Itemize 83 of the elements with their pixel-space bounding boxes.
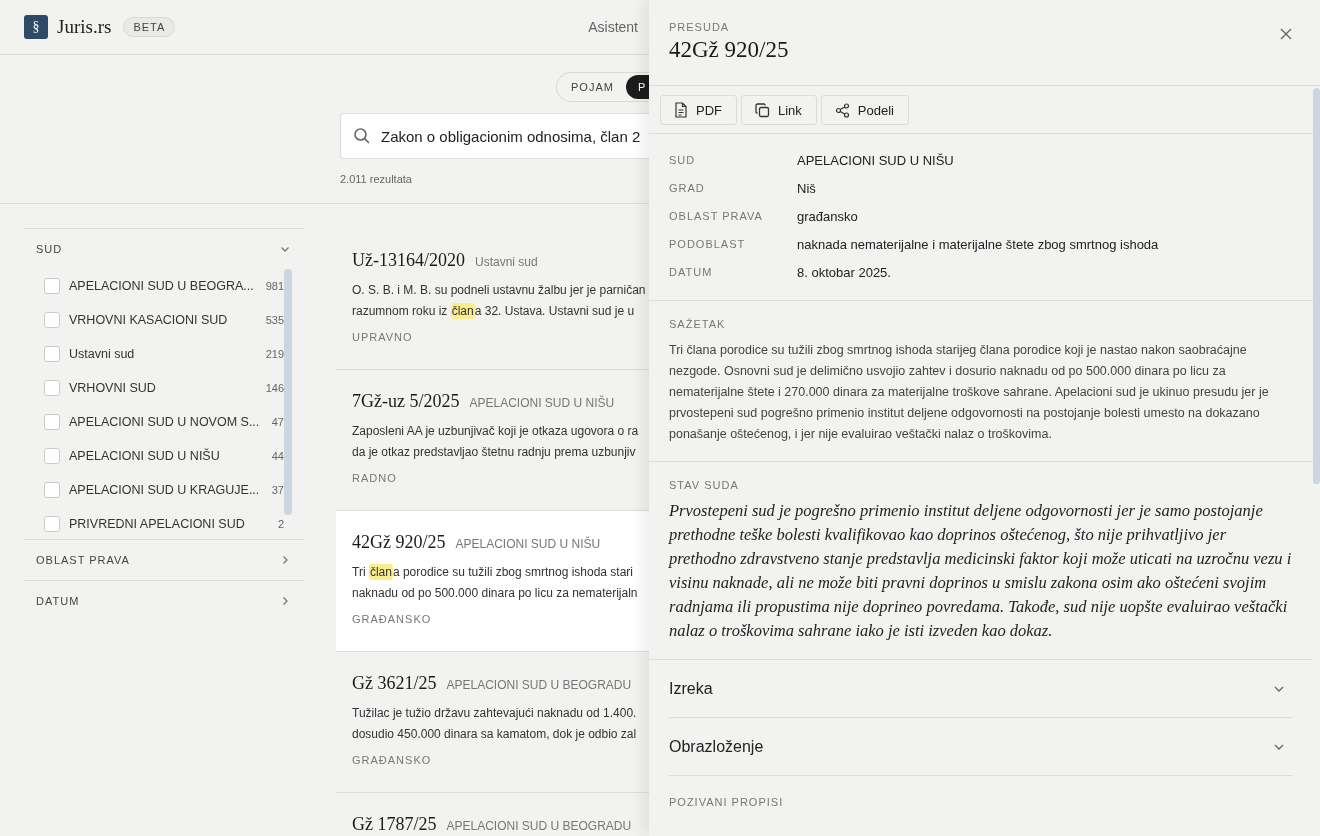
filter-option[interactable]: APELACIONI SUD U BEOGRA... xyxy=(69,279,258,293)
field-value: APELACIONI SUD U NIŠU xyxy=(797,152,954,168)
case-number: 42Gž 920/25 xyxy=(352,532,446,553)
field-value: građansko xyxy=(797,208,858,224)
option-count: 47 xyxy=(270,416,284,428)
close-icon[interactable] xyxy=(1280,28,1292,40)
accordion-header[interactable]: Obrazloženje xyxy=(669,718,1293,776)
checkbox[interactable] xyxy=(44,516,60,532)
filter-option[interactable]: APELACIONI SUD U NOVOM S... xyxy=(69,415,258,429)
filter-option[interactable]: PRIVREDNI APELACIONI SUD xyxy=(69,517,258,531)
checkbox[interactable] xyxy=(44,380,60,396)
filter-option[interactable]: APELACIONI SUD U KRAGUJE... xyxy=(69,483,258,497)
court-name: APELACIONI SUD U BEOGRADU xyxy=(446,678,632,692)
field-label: PODOBLAST xyxy=(669,238,747,250)
document-icon xyxy=(674,102,688,118)
checkbox[interactable] xyxy=(44,312,60,328)
beta-badge: BETA xyxy=(123,17,176,37)
court-name: APELACIONI SUD U NIŠU xyxy=(469,396,615,410)
copy-button[interactable]: Link xyxy=(741,95,817,125)
result-snippet: O. S. B. i M. B. su podneli ustavnu žalbu jer je parničan razumnom roku iz člana 32. Ustava. Ustavni sud je u xyxy=(352,282,647,321)
option-count: 44 xyxy=(270,450,284,462)
court-position-text: Prvostepeni sud je pogrešno primenio institut deljene odgovornosti jer je samo postojanje prethodne teške bolesti kvalifikovao kao doprinos oštećenog, što nije prihvatljivo jer prethodno zdravstveno stanje predstavlja medicinski faktor koji može uticati na uzročnu vezu i visinu naknade, ali ne može biti pravni doprinos u smislu zakona osim ako oštećeni svojim radnjama ili propustima nije doprineo povredama. Takođe, sud nije uopšte evaluirao veštački nalaz o troškovima sahrane iako je isti izveden kao dokaz. xyxy=(669,500,1293,642)
section-heading: SAŽETAK xyxy=(669,318,727,330)
case-number: Už-13164/2020 xyxy=(352,250,465,271)
field-value: Niš xyxy=(797,180,816,196)
summary-text: Tri člana porodice su tužili zbog smrtnog ishoda starijeg člana porodice koji je nastao nakon saobraćajne nezgode. Osnovni sud je delimično usvojio zahtev i dosurio naknadu od po 500.000 dinara po licu za nematerijalne štete i 270.000 dinara za materijalne troškove sahrane. Apelacioni sud je ukinuo presudu jer je prvostepeni sud pogrešno primenio institut deljene odgovornosti na postojanje bolesti umesto na dokazano ponašanje oštećenog, i jer nije evaluirao veštački nalaz o troškovima. xyxy=(669,342,1270,443)
checkbox[interactable] xyxy=(44,278,60,294)
section-heading: POZIVANI PROPISI xyxy=(668,795,785,808)
court-name: APELACIONI SUD U BEOGRADU xyxy=(446,819,632,833)
filter-option[interactable]: APELACIONI SUD U NIŠU xyxy=(69,449,258,463)
court-name: APELACIONI SUD U NIŠU xyxy=(455,537,601,551)
filter-option[interactable]: Ustavni sud xyxy=(69,347,258,361)
field-value: 8. oktobar 2025. xyxy=(797,264,891,280)
result-snippet: Zaposleni AA je uzbunjivač koji je otkaza ugovora o ra da je otkaz predstavljao štetnu radnju prema uzbunjiv xyxy=(352,423,640,461)
field-label: GRAD xyxy=(669,182,706,194)
checkbox[interactable] xyxy=(44,482,60,498)
law-area: GRAĐANSKO xyxy=(352,613,649,625)
filter-header[interactable]: OBLAST PRAVA xyxy=(24,540,304,580)
option-count: 2 xyxy=(276,518,284,530)
share-button[interactable]: Podeli xyxy=(820,95,909,125)
pdf-button[interactable]: PDF xyxy=(660,95,737,125)
filter-header[interactable]: DATUM xyxy=(24,581,304,621)
result-card[interactable]: 42Gž 920/25 APELACIONI SUD U NIŠU Tri člana porodice su tužili zbog smrtnog ishoda stari naknadu od po 500.000 dinara po licu za nematerijaln GRAĐANSKO xyxy=(336,511,649,652)
option-count: 37 xyxy=(270,484,284,496)
field-value: naknada nematerijalne i materijalne štete zbog smrtnog ishoda xyxy=(797,236,1159,252)
share-icon xyxy=(834,102,850,118)
filter-option[interactable]: VRHOVNI KASACIONI SUD xyxy=(69,313,258,327)
accordion-header[interactable]: Izreka xyxy=(669,660,1293,718)
scrollbar[interactable] xyxy=(1313,88,1320,484)
case-number: 7Gž-uz 5/2025 xyxy=(352,391,460,412)
result-count: 2.011 rezultata xyxy=(340,173,412,185)
mode-tab[interactable]: P xyxy=(625,75,649,99)
option-count: 535 xyxy=(264,314,284,326)
result-snippet: Tri člana porodice su tužili zbog smrtnog ishoda stari naknadu od po 500.000 dinara po licu za nematerijaln xyxy=(352,563,639,602)
search-icon xyxy=(353,127,371,145)
checkbox[interactable] xyxy=(44,414,60,430)
search-field[interactable]: Zakon o obligacionim odnosima, član 2 xyxy=(340,113,649,159)
option-count: 146 xyxy=(264,382,284,394)
checkbox[interactable] xyxy=(44,346,60,362)
brand-name: Juris.rs xyxy=(57,16,112,38)
mode-tab[interactable]: POJAM xyxy=(559,75,626,99)
option-count: 981 xyxy=(264,280,284,292)
case-number: Gž 3621/25 xyxy=(352,673,437,694)
case-number: Gž 1787/25 xyxy=(352,814,437,835)
option-count: 219 xyxy=(264,348,284,360)
result-snippet: Tužilac je tužio državu zahtevajući naknadu od 1.400. dosudio 450.000 dinara sa kamatom, dok je odbio zal xyxy=(352,705,638,743)
filter-option[interactable]: VRHOVNI SUD xyxy=(69,381,258,395)
checkbox[interactable] xyxy=(44,448,60,464)
law-area: UPRAVNO xyxy=(352,331,649,343)
copy-icon xyxy=(755,102,770,118)
field-label: SUD xyxy=(669,154,697,166)
nav-link[interactable]: Asistent xyxy=(588,19,638,35)
law-area: RADNO xyxy=(352,472,649,484)
panel-kicker: PRESUDA xyxy=(669,21,731,33)
section-heading: STAV SUDA xyxy=(669,479,740,491)
law-area: GRAĐANSKO xyxy=(352,754,649,766)
field-label: DATUM xyxy=(669,266,714,278)
logo-icon: § xyxy=(24,15,48,39)
scrollbar[interactable] xyxy=(284,269,292,515)
field-label: OBLAST PRAVA xyxy=(669,210,764,222)
panel-title: 42Gž 920/25 xyxy=(669,37,789,63)
court-name: Ustavni sud xyxy=(475,255,538,269)
filter-header[interactable]: SUD xyxy=(24,229,304,269)
